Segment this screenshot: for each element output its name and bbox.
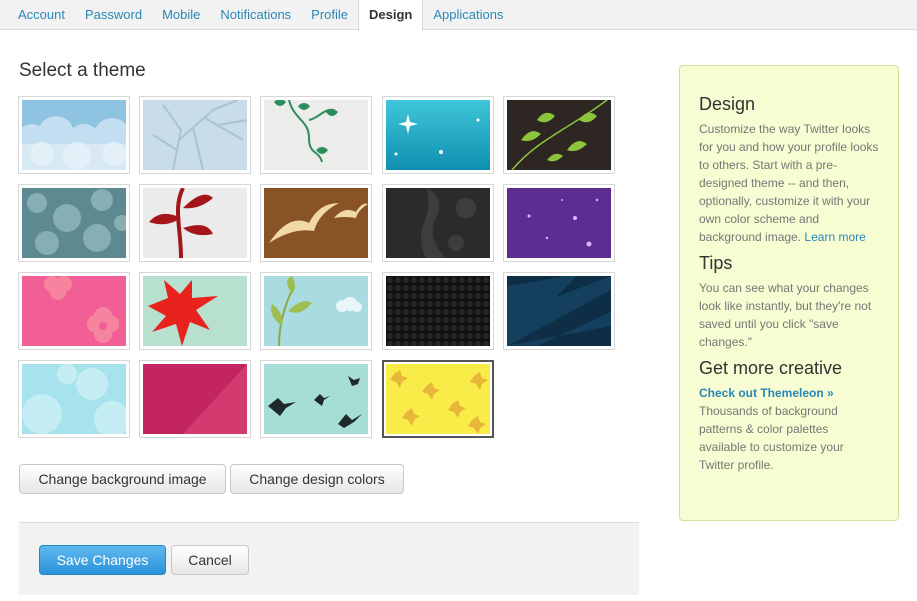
theme-red-leaf[interactable] bbox=[139, 272, 251, 350]
change-colors-button[interactable]: Change design colors bbox=[230, 464, 404, 494]
bare-tree-theme-icon bbox=[143, 100, 247, 170]
tab-password[interactable]: Password bbox=[75, 0, 152, 30]
cream-birds-theme-icon bbox=[264, 188, 368, 258]
navy-rays-theme-icon bbox=[507, 276, 611, 346]
theme-magenta[interactable] bbox=[139, 360, 251, 438]
bubbles-theme-icon bbox=[22, 364, 126, 434]
save-button[interactable]: Save Changes bbox=[39, 545, 166, 575]
design-heading: Design bbox=[699, 94, 756, 114]
theme-purple-stars[interactable] bbox=[503, 184, 615, 262]
page-title: Select a theme bbox=[19, 60, 146, 81]
theme-dark-grunge[interactable] bbox=[382, 184, 494, 262]
theme-clouds[interactable] bbox=[18, 96, 130, 174]
sprout-clouds-theme-icon bbox=[264, 276, 368, 346]
cancel-button[interactable]: Cancel bbox=[171, 545, 249, 575]
theme-navy-rays[interactable] bbox=[503, 272, 615, 350]
theme-green-leaves[interactable] bbox=[503, 96, 615, 174]
foliage-theme-icon bbox=[22, 188, 126, 258]
themeleon-link[interactable]: Check out Themeleon » bbox=[699, 384, 879, 402]
red-leaf-theme-icon bbox=[143, 276, 247, 346]
creative-heading: Get more creative bbox=[699, 358, 843, 378]
form-footer: Save Changes Cancel bbox=[19, 522, 639, 595]
theme-sprout-clouds[interactable] bbox=[260, 272, 372, 350]
yellow-leaves-theme-icon bbox=[386, 364, 490, 434]
theme-hex-pattern[interactable] bbox=[382, 272, 494, 350]
purple-stars-theme-icon bbox=[507, 188, 611, 258]
pink-flowers-theme-icon bbox=[22, 276, 126, 346]
tab-notifications[interactable]: Notifications bbox=[210, 0, 301, 30]
theme-cream-birds[interactable] bbox=[260, 184, 372, 262]
tab-profile[interactable]: Profile bbox=[301, 0, 358, 30]
tab-account[interactable]: Account bbox=[0, 0, 75, 30]
design-help-sidebar: Design Customize the way Twitter looks f… bbox=[679, 65, 899, 521]
tab-design[interactable]: Design bbox=[358, 0, 424, 31]
theme-pink-flowers[interactable] bbox=[18, 272, 130, 350]
clouds-theme-icon bbox=[22, 100, 126, 170]
green-leaves-theme-icon bbox=[507, 100, 611, 170]
theme-vine[interactable] bbox=[260, 96, 372, 174]
settings-tabs: Account Password Mobile Notifications Pr… bbox=[0, 0, 917, 31]
theme-bubbles[interactable] bbox=[18, 360, 130, 438]
creative-description: Thousands of background patterns & color… bbox=[699, 404, 844, 472]
theme-foliage[interactable] bbox=[18, 184, 130, 262]
vine-theme-icon bbox=[264, 100, 368, 170]
theme-black-birds[interactable] bbox=[260, 360, 372, 438]
theme-sparkle[interactable] bbox=[382, 96, 494, 174]
red-plant-theme-icon bbox=[143, 188, 247, 258]
magenta-theme-icon bbox=[143, 364, 247, 434]
tips-description: You can see what your changes look like … bbox=[699, 281, 872, 349]
black-birds-theme-icon bbox=[264, 364, 368, 434]
tab-mobile[interactable]: Mobile bbox=[152, 0, 210, 30]
dark-grunge-theme-icon bbox=[386, 188, 490, 258]
design-description: Customize the way Twitter looks for you … bbox=[699, 122, 879, 244]
learn-more-link[interactable]: Learn more bbox=[804, 230, 865, 244]
theme-yellow-leaves[interactable] bbox=[382, 360, 494, 438]
sparkle-theme-icon bbox=[386, 100, 490, 170]
tips-heading: Tips bbox=[699, 253, 733, 273]
change-background-button[interactable]: Change background image bbox=[19, 464, 226, 494]
theme-bare-tree[interactable] bbox=[139, 96, 251, 174]
theme-red-plant[interactable] bbox=[139, 184, 251, 262]
hex-pattern-theme-icon bbox=[386, 276, 490, 346]
tab-applications[interactable]: Applications bbox=[423, 0, 513, 30]
